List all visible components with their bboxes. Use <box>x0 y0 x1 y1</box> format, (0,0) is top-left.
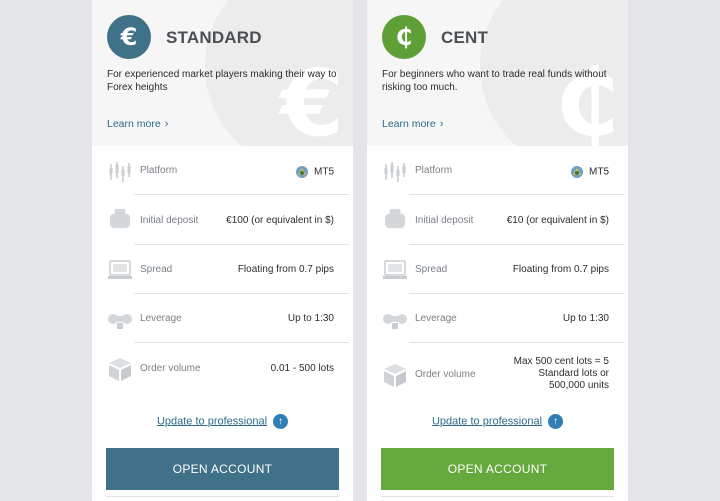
open-account-button[interactable]: OPEN ACCOUNT <box>381 448 614 490</box>
row-value: €10 (or equivalent in $) <box>506 215 609 226</box>
detail-row-initial-deposit: Initial deposit €100 (or equivalent in $… <box>107 208 349 245</box>
row-value: Up to 1:30 <box>287 313 334 324</box>
detail-row-order-volume: Order volume 0.01 - 500 lots <box>107 356 334 382</box>
plan-title: CENT <box>441 28 489 47</box>
row-label: Initial deposit <box>415 215 474 226</box>
detail-row-platform: Platform MT5 <box>382 160 624 195</box>
row-value: Floating from 0.7 pips <box>512 264 609 275</box>
update-to-professional-link[interactable]: Update to professional ↑ <box>92 414 353 429</box>
row-label: Platform <box>140 165 178 176</box>
card-header: ₵ ₵ CENT For beginners who want to trade… <box>367 0 628 146</box>
row-label: Order volume <box>140 363 201 374</box>
monitor-icon <box>108 260 132 279</box>
row-divider <box>409 244 624 245</box>
update-link-label: Update to professional <box>431 415 543 428</box>
platform-icon <box>109 162 131 182</box>
row-divider <box>134 342 349 343</box>
mt5-logo-icon <box>296 166 308 178</box>
row-value: Up to 1:30 <box>562 313 609 324</box>
row-divider <box>409 342 624 343</box>
detail-row-spread: Spread Floating from 0.7 pips <box>382 259 624 294</box>
wallet-icon <box>384 208 406 229</box>
learn-more-link[interactable]: Learn more › <box>107 118 168 130</box>
row-value: MT5 <box>570 165 609 179</box>
row-label: Leverage <box>140 313 182 324</box>
detail-row-order-volume: Order volume Max 500 cent lots = 5 Stand… <box>382 356 609 392</box>
row-label: Spread <box>140 264 173 275</box>
cent-icon: ₵ <box>382 15 426 59</box>
learn-more-label: Learn more <box>107 118 161 130</box>
mt5-logo-icon <box>571 166 583 178</box>
bottom-divider <box>381 496 614 497</box>
row-divider <box>134 244 349 245</box>
euro-icon: € <box>107 15 151 59</box>
row-value: 0.01 - 500 lots <box>270 363 334 374</box>
detail-row-platform: Platform MT5 <box>107 160 349 195</box>
chevron-right-icon: › <box>439 118 444 130</box>
bottom-divider <box>106 496 339 497</box>
plan-description: For experienced market players making th… <box>107 69 337 93</box>
arrow-up-icon: ↑ <box>548 414 564 429</box>
platform-value: MT5 <box>314 166 334 178</box>
box-icon <box>384 364 406 387</box>
detail-row-leverage: Leverage Up to 1:30 <box>382 308 624 343</box>
platform-icon <box>384 162 406 182</box>
standard-plan-card: € € STANDARD For experienced market play… <box>92 0 353 501</box>
row-label: Order volume <box>415 369 476 380</box>
row-divider <box>409 293 624 294</box>
row-divider <box>134 293 349 294</box>
learn-more-label: Learn more <box>382 118 436 130</box>
chevron-right-icon: › <box>164 118 169 130</box>
open-account-button[interactable]: OPEN ACCOUNT <box>106 448 339 490</box>
row-divider <box>409 194 624 195</box>
update-link-label: Update to professional <box>156 415 268 428</box>
plan-description: For beginners who want to trade real fun… <box>382 69 607 93</box>
row-value: Floating from 0.7 pips <box>237 264 334 275</box>
detail-row-leverage: Leverage Up to 1:30 <box>107 308 349 343</box>
row-label: Leverage <box>415 313 457 324</box>
row-label: Platform <box>415 165 453 176</box>
learn-more-link[interactable]: Learn more › <box>382 118 443 130</box>
update-to-professional-link[interactable]: Update to professional ↑ <box>367 414 628 429</box>
plan-title: STANDARD <box>166 28 262 47</box>
leverage-icon <box>383 314 407 329</box>
cent-plan-card: ₵ ₵ CENT For beginners who want to trade… <box>367 0 628 501</box>
wallet-icon <box>109 208 131 229</box>
arrow-up-icon: ↑ <box>273 414 289 429</box>
row-value: Max 500 cent lots = 5 Standard lots or 5… <box>513 356 609 391</box>
monitor-icon <box>383 260 407 279</box>
row-value: €100 (or equivalent in $) <box>226 215 334 226</box>
platform-value: MT5 <box>589 166 609 178</box>
row-label: Initial deposit <box>140 215 199 226</box>
box-icon <box>109 358 131 381</box>
leverage-icon <box>108 314 132 329</box>
row-value: MT5 <box>295 165 334 179</box>
card-header: € € STANDARD For experienced market play… <box>92 0 353 146</box>
detail-row-initial-deposit: Initial deposit €10 (or equivalent in $) <box>382 208 624 245</box>
detail-row-spread: Spread Floating from 0.7 pips <box>107 259 349 294</box>
row-label: Spread <box>415 264 448 275</box>
row-divider <box>134 194 349 195</box>
